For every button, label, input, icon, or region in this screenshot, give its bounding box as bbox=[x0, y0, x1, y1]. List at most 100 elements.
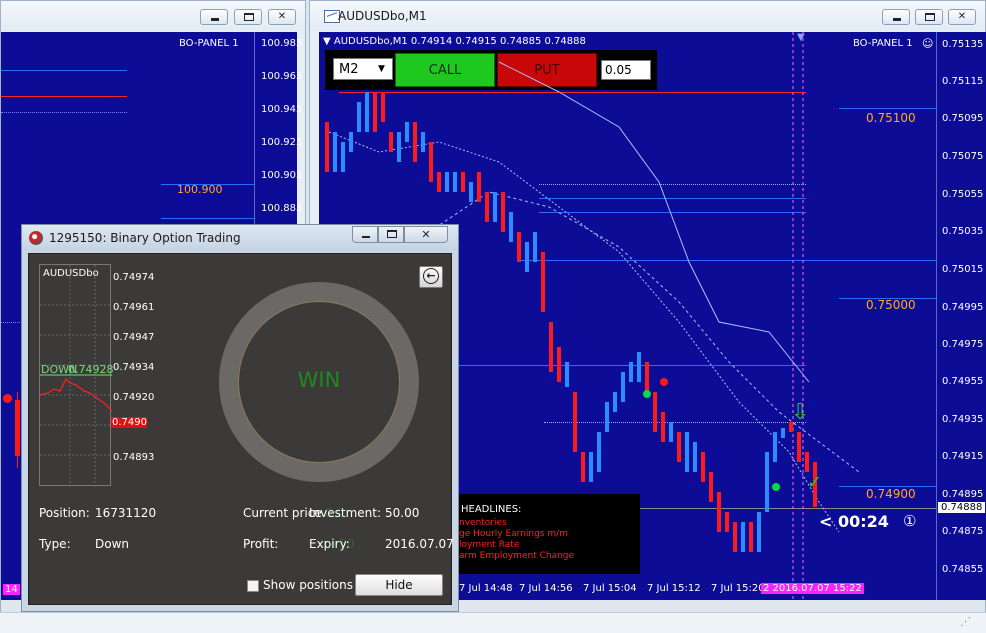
price-label: 100.965 bbox=[261, 71, 303, 82]
status-strip: ⋰ bbox=[0, 612, 986, 633]
countdown-text: < 00:24 bbox=[819, 512, 889, 531]
headline-item: arm Employment Change bbox=[459, 551, 575, 561]
mini-price-label: 0.74947 bbox=[113, 332, 155, 343]
price-label: 0.74875 bbox=[942, 526, 984, 537]
price-label: 0.75035 bbox=[942, 226, 984, 237]
position-value: 16731120 bbox=[95, 506, 157, 520]
headline-item: nventories bbox=[459, 518, 507, 528]
dialog-close-button[interactable]: ✕ bbox=[404, 226, 448, 243]
level-price-label: 100.900 bbox=[177, 183, 223, 196]
minimize-icon bbox=[362, 236, 370, 238]
price-label: 100.925 bbox=[261, 137, 303, 148]
hide-button-label: Hide bbox=[385, 578, 413, 592]
close-icon: ✕ bbox=[957, 11, 967, 22]
mini-price-label: 0.74974 bbox=[113, 272, 155, 283]
price-label: 0.75055 bbox=[942, 189, 984, 200]
price-label: 0.74995 bbox=[942, 302, 984, 313]
price-label: 0.74915 bbox=[942, 451, 984, 462]
time-label: 14 bbox=[3, 584, 20, 595]
mini-chart-plot bbox=[40, 265, 112, 487]
price-label: 0.75135 bbox=[942, 39, 984, 50]
hide-button[interactable]: Hide bbox=[355, 574, 443, 596]
mini-current-price-label: 0.74909 bbox=[111, 417, 147, 428]
candle bbox=[17, 392, 18, 468]
panel-label: BO-PANEL 1 bbox=[179, 38, 239, 49]
position-label: Position: bbox=[39, 506, 90, 520]
back-arrow-icon: ← bbox=[423, 268, 439, 284]
level-line bbox=[1, 70, 127, 71]
result-ring: WIN bbox=[219, 282, 419, 482]
check-icon: ✓ bbox=[807, 472, 823, 493]
investment-label: Investment: bbox=[309, 506, 382, 520]
right-price-axis: 0.75135 0.75115 0.75095 0.75075 0.75055 … bbox=[936, 32, 986, 600]
mini-price-label: 0.74893 bbox=[113, 452, 155, 463]
headlines-title: HEADLINES: bbox=[461, 504, 522, 515]
close-button[interactable]: ✕ bbox=[948, 9, 976, 25]
minimize-icon bbox=[211, 18, 219, 21]
profit-label: Profit: bbox=[243, 537, 279, 551]
maximize-icon bbox=[925, 13, 935, 21]
dialog-titlebar[interactable]: 1295150: Binary Option Trading ✕ bbox=[22, 225, 458, 251]
price-label: 0.75115 bbox=[942, 76, 984, 87]
maximize-icon bbox=[244, 13, 254, 21]
time-label: 7 Jul 15:04 bbox=[583, 583, 637, 594]
left-window-titlebar[interactable]: ✕ bbox=[1, 1, 305, 31]
headline-item: ge Hourly Earnings m/m bbox=[459, 529, 568, 539]
expiry-label: Expiry: bbox=[309, 537, 350, 551]
dialog-maximize-button[interactable] bbox=[378, 226, 404, 243]
mini-price-label: 0.74961 bbox=[113, 302, 155, 313]
countdown-info-icon[interactable]: ① bbox=[903, 512, 916, 530]
signal-dot bbox=[3, 394, 12, 403]
time-label: 7 Jul 15:12 bbox=[647, 583, 701, 594]
level-line bbox=[161, 218, 254, 219]
resize-grip-icon[interactable]: ⋰ bbox=[960, 615, 971, 628]
back-button[interactable]: ← bbox=[419, 266, 443, 288]
type-value: Down bbox=[95, 537, 130, 551]
mini-price-label: 0.74920 bbox=[113, 392, 155, 403]
price-label: 0.74855 bbox=[942, 564, 984, 575]
result-text: WIN bbox=[297, 368, 341, 392]
show-positions-checkbox[interactable] bbox=[247, 580, 259, 592]
level-line bbox=[1, 96, 127, 97]
close-icon: ✕ bbox=[277, 11, 287, 22]
price-label: 100.985 bbox=[261, 38, 303, 49]
maximize-button[interactable] bbox=[234, 9, 262, 25]
headline-item: loyment Rate bbox=[459, 540, 520, 550]
expiry-value: 2016.07.07 bbox=[385, 537, 454, 551]
close-button[interactable]: ✕ bbox=[268, 9, 296, 25]
current-price-label: 0.74888 bbox=[938, 502, 986, 513]
price-label: 100.885 bbox=[261, 203, 303, 214]
price-label: 0.74935 bbox=[942, 414, 984, 425]
down-arrow-icon: ⇩ bbox=[791, 400, 810, 425]
time-label: 7 Jul 15:20 bbox=[711, 583, 765, 594]
close-icon: ✕ bbox=[421, 228, 431, 241]
mini-price-label: 0.74934 bbox=[113, 362, 155, 373]
mini-chart: AUDUSDbo DOWN 0.74928 bbox=[39, 264, 114, 487]
dialog-body: AUDUSDbo DOWN 0.74928 0.74974 0.74961 0.… bbox=[28, 253, 454, 605]
right-window-titlebar[interactable]: AUDUSDbo,M1 ✕ bbox=[310, 1, 985, 31]
price-label: 0.74895 bbox=[942, 489, 984, 500]
price-label: 0.74975 bbox=[942, 339, 984, 350]
price-label: 100.905 bbox=[261, 170, 303, 181]
binary-option-dialog: 1295150: Binary Option Trading ✕ AUDUSDb… bbox=[21, 224, 459, 612]
level-line bbox=[1, 112, 127, 113]
time-label: 7 Jul 14:56 bbox=[519, 583, 573, 594]
time-label: 7 Jul 14:48 bbox=[459, 583, 513, 594]
show-positions-label[interactable]: Show positions bbox=[263, 578, 353, 592]
price-label: 0.75075 bbox=[942, 151, 984, 162]
investment-value: 50.00 bbox=[385, 506, 420, 520]
price-label: 100.945 bbox=[261, 104, 303, 115]
dialog-minimize-button[interactable] bbox=[352, 226, 378, 243]
minimize-button[interactable] bbox=[200, 9, 228, 25]
price-label: 0.74955 bbox=[942, 376, 984, 387]
maximize-icon bbox=[387, 230, 397, 238]
strike-label: 0.74928 bbox=[68, 363, 114, 376]
headlines-box: HEADLINES: nventories ge Hourly Earnings… bbox=[459, 494, 640, 574]
maximize-button[interactable] bbox=[915, 9, 943, 25]
dialog-title: 1295150: Binary Option Trading bbox=[49, 231, 241, 245]
price-label: 0.75095 bbox=[942, 113, 984, 124]
window-title: AUDUSDbo,M1 bbox=[338, 9, 427, 23]
desktop: ✕ 100.900 BO-PANEL 1 100.985 100.965 100… bbox=[0, 0, 986, 633]
minimize-button[interactable] bbox=[882, 9, 910, 25]
app-icon bbox=[29, 231, 43, 245]
